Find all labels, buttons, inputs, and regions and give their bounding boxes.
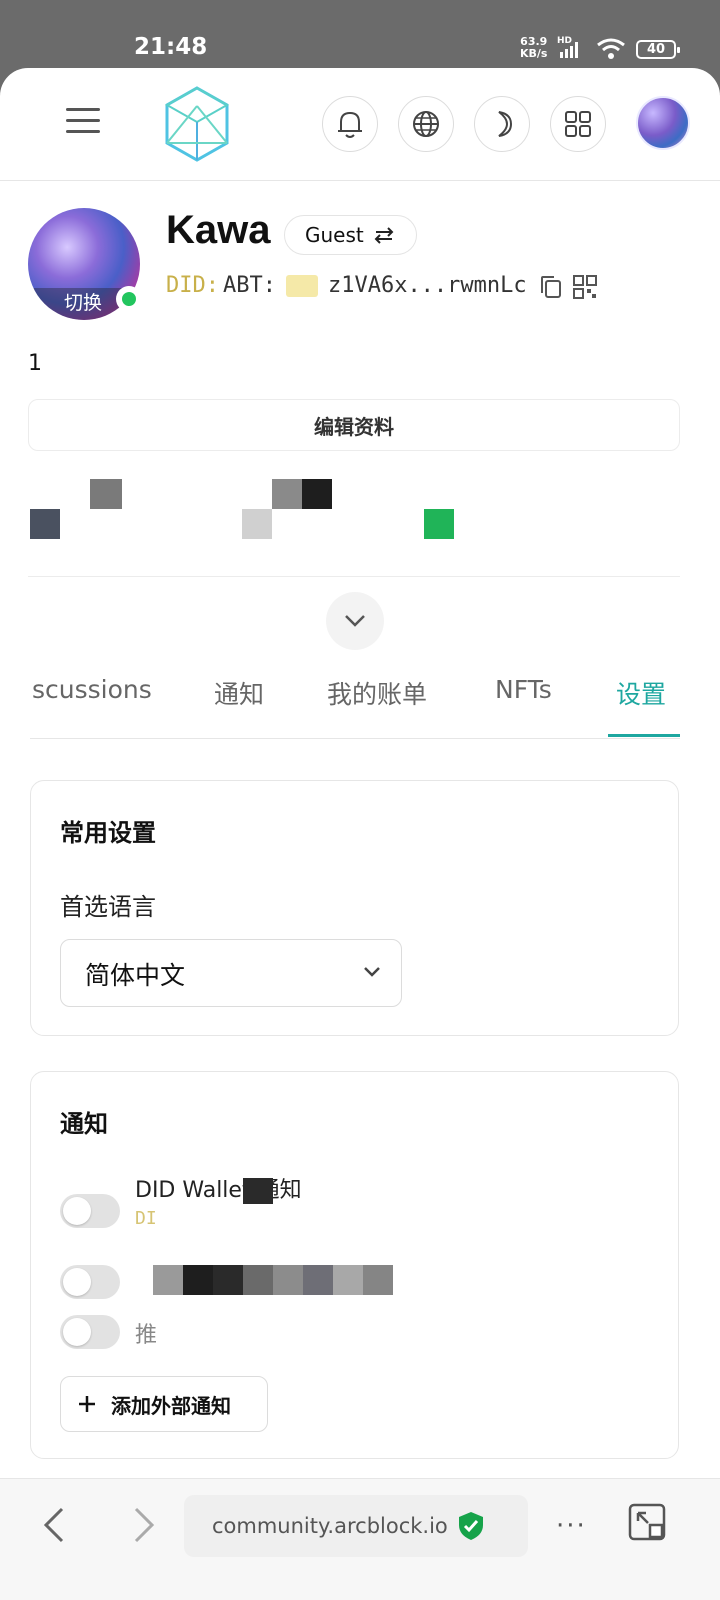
plus-icon <box>79 1396 95 1412</box>
online-status-indicator <box>116 286 142 312</box>
wallet-notification-sub: DI <box>135 1208 157 1229</box>
tab-nfts[interactable]: NFTs <box>495 675 552 704</box>
language-label: 首选语言 <box>60 893 156 921</box>
restore-window-icon[interactable] <box>628 1503 668 1543</box>
apps-button[interactable] <box>550 96 606 152</box>
redacted-block <box>303 1265 333 1295</box>
notification-toggle-2[interactable] <box>60 1265 120 1299</box>
profile-tabs: scussions 通知 我的账单 NFTs 设置 <box>30 665 680 739</box>
grid-apps-icon <box>565 111 591 137</box>
app-sheet: 切换 Kawa Guest DID: ABT: z1VA6x...rwmnLc … <box>0 68 720 1600</box>
redacted-block <box>302 479 332 509</box>
browser-toolbar: community.arcblock.io ··· <box>0 1478 720 1600</box>
bell-icon <box>338 111 362 138</box>
user-avatar[interactable] <box>636 96 690 150</box>
redacted-block <box>242 509 272 539</box>
arcblock-cube-logo-icon[interactable] <box>164 86 230 162</box>
notification-toggle-3[interactable] <box>60 1315 120 1349</box>
swap-arrows-icon <box>374 227 394 244</box>
add-external-notification-button[interactable]: 添加外部通知 <box>60 1376 268 1432</box>
active-tab-indicator <box>608 734 680 737</box>
moon-icon <box>498 111 513 137</box>
redacted-block <box>243 1265 273 1295</box>
tab-settings[interactable]: 设置 <box>616 675 666 711</box>
tab-billing[interactable]: 我的账单 <box>327 675 427 711</box>
tab-discussions[interactable]: scussions <box>32 675 152 704</box>
role-label: Guest <box>305 223 364 247</box>
app-header <box>0 68 720 181</box>
language-select-value: 简体中文 <box>85 961 186 990</box>
did-identicon-icon <box>285 274 318 297</box>
divider <box>28 576 680 577</box>
status-bar: 21:48 63.9 KB/s HD 40 <box>0 0 720 70</box>
wallet-notification-toggle[interactable] <box>60 1194 120 1228</box>
did-prefix: DID: <box>166 273 219 298</box>
more-options-button[interactable]: ··· <box>556 1511 587 1541</box>
battery-indicator: 40 <box>636 40 680 59</box>
copy-icon[interactable] <box>540 275 562 299</box>
did-chain: ABT: <box>222 273 276 298</box>
url-bar[interactable]: community.arcblock.io <box>184 1495 528 1557</box>
shield-check-icon <box>458 1512 483 1540</box>
notifications-title: 通知 <box>60 1110 108 1138</box>
profile-name: Kawa <box>166 208 271 252</box>
notification-button[interactable] <box>322 96 378 152</box>
status-time: 21:48 <box>134 34 208 60</box>
redacted-block <box>424 509 454 539</box>
redacted-block <box>183 1265 213 1295</box>
theme-toggle-button[interactable] <box>474 96 530 152</box>
notification-toggle-3-label: 推 <box>135 1323 158 1348</box>
forward-arrow-icon[interactable] <box>132 1505 156 1545</box>
globe-icon <box>413 111 439 137</box>
redacted-block <box>273 1265 303 1295</box>
did-short: z1VA6x...rwmnLc <box>327 273 527 298</box>
profile-bio: 1 <box>28 351 42 376</box>
qr-code-icon[interactable] <box>573 275 597 299</box>
redacted-block <box>333 1265 363 1295</box>
language-select[interactable]: 简体中文 <box>60 939 402 1007</box>
general-settings-title: 常用设置 <box>60 819 156 847</box>
net-speed-unit: KB/s <box>520 47 548 60</box>
tab-notifications[interactable]: 通知 <box>214 675 264 711</box>
notifications-card: 通知 DID Wallet 通知 DI 推 添加外部通知 <box>30 1071 679 1459</box>
language-button[interactable] <box>398 96 454 152</box>
chevron-down-icon <box>345 615 365 627</box>
edit-profile-button[interactable]: 编辑资料 <box>28 399 680 451</box>
redacted-block <box>243 1178 273 1204</box>
role-switch-chip[interactable]: Guest <box>284 215 417 255</box>
redacted-block <box>30 509 60 539</box>
add-external-notification-label: 添加外部通知 <box>111 1393 231 1418</box>
redacted-block <box>153 1265 183 1295</box>
back-arrow-icon[interactable] <box>42 1505 66 1545</box>
expand-button[interactable] <box>326 592 384 650</box>
redacted-block <box>363 1265 393 1295</box>
general-settings-card: 常用设置 首选语言 简体中文 <box>30 780 679 1036</box>
redacted-block <box>90 479 122 509</box>
hamburger-menu-icon[interactable] <box>66 108 100 136</box>
signal-icon <box>560 42 578 58</box>
redacted-block <box>272 479 302 509</box>
chevron-down-icon <box>364 967 380 977</box>
redacted-block <box>213 1265 243 1295</box>
net-speed: 63.9 KB/s <box>520 36 547 60</box>
wifi-icon <box>597 38 625 59</box>
url-text: community.arcblock.io <box>212 1514 448 1538</box>
wallet-notification-label: DID Wallet 通知 <box>135 1178 302 1203</box>
did-address: DID: ABT: z1VA6x...rwmnLc <box>166 273 527 298</box>
